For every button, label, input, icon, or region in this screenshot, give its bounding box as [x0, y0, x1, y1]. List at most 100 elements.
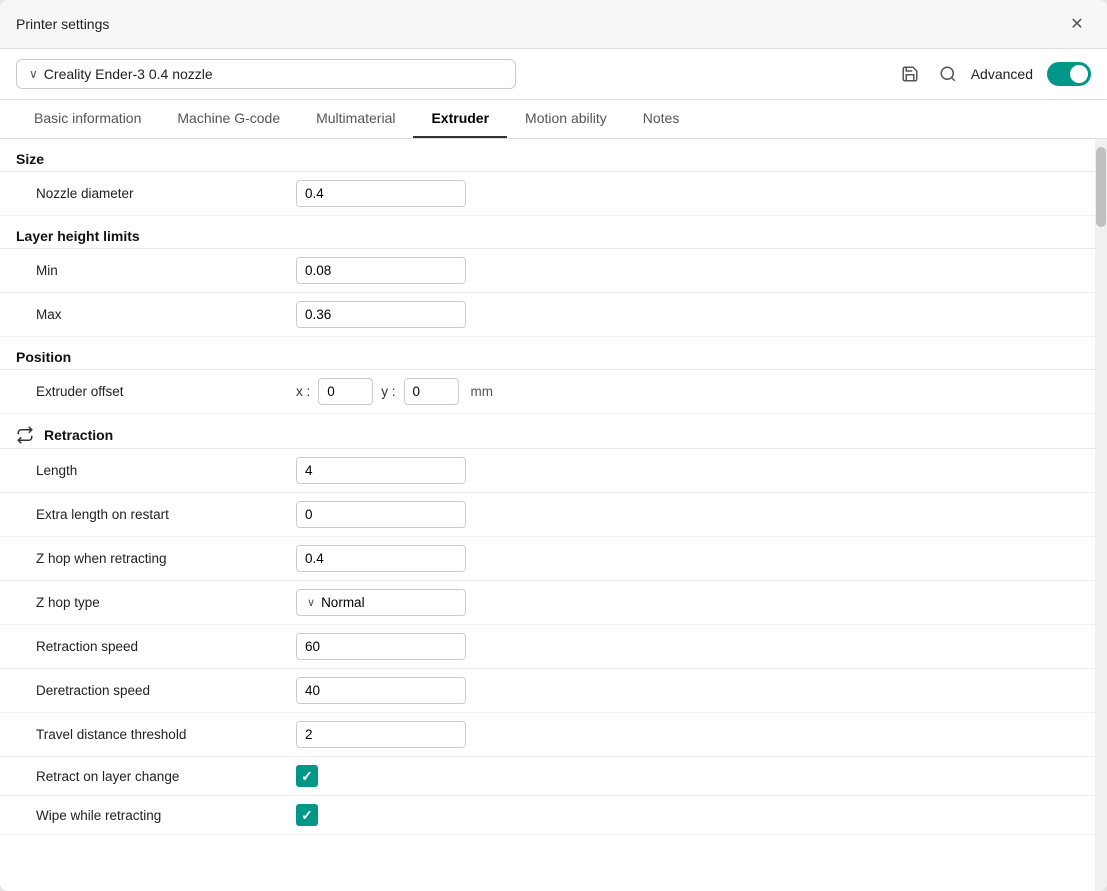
advanced-label: Advanced [971, 66, 1033, 82]
deretraction-speed-label: Deretraction speed [36, 683, 296, 698]
retraction-length-input[interactable] [297, 458, 466, 483]
section-layer-height-header: Layer height limits [0, 216, 1095, 249]
retract-layer-change-value: ✓ [296, 765, 318, 787]
offset-unit: mm [471, 384, 494, 399]
min-layer-label: Min [36, 263, 296, 278]
content-area: Size Nozzle diameter mm Layer height lim… [0, 139, 1107, 891]
section-layer-height-title: Layer height limits [16, 228, 140, 244]
field-travel-distance-threshold: Travel distance threshold mm [0, 713, 1095, 757]
title-bar: Printer settings ✕ [0, 0, 1107, 49]
z-hop-type-selected: Normal [321, 595, 365, 610]
y-label: y : [381, 384, 395, 399]
retract-layer-change-label: Retract on layer change [36, 769, 296, 784]
travel-distance-threshold-input[interactable] [297, 722, 466, 747]
max-layer-value: mm [296, 301, 466, 328]
profile-name: Creality Ender-3 0.4 nozzle [44, 66, 213, 82]
extruder-offset-value: x : y : mm [296, 378, 493, 405]
travel-distance-threshold-input-wrapper: mm [296, 721, 466, 748]
min-layer-input[interactable] [297, 258, 466, 283]
travel-distance-threshold-label: Travel distance threshold [36, 727, 296, 742]
deretraction-speed-value: mm/s [296, 677, 466, 704]
advanced-toggle[interactable] [1047, 62, 1091, 86]
retraction-length-label: Length [36, 463, 296, 478]
z-hop-type-label: Z hop type [36, 595, 296, 610]
field-extruder-offset: Extruder offset x : y : mm [0, 370, 1095, 414]
wipe-retracting-checkbox[interactable]: ✓ [296, 804, 318, 826]
check-icon: ✓ [301, 768, 313, 785]
extruder-offset-label: Extruder offset [36, 384, 296, 399]
close-button[interactable]: ✕ [1063, 10, 1091, 38]
max-layer-input-wrapper: mm [296, 301, 466, 328]
field-min-layer-height: Min mm [0, 249, 1095, 293]
extruder-offset-x-input[interactable] [318, 378, 373, 405]
chevron-icon: ∨ [29, 67, 38, 81]
dropdown-chevron-icon: ∨ [307, 596, 315, 609]
retract-layer-change-checkbox[interactable]: ✓ [296, 765, 318, 787]
save-icon-button[interactable] [895, 59, 925, 89]
save-icon [901, 65, 919, 83]
retraction-speed-value: mm/s [296, 633, 466, 660]
extruder-offset-y-input[interactable] [404, 378, 459, 405]
search-icon-button[interactable] [933, 59, 963, 89]
z-hop-retracting-value: mm [296, 545, 466, 572]
tab-notes[interactable]: Notes [625, 100, 698, 138]
extra-length-restart-input-wrapper: mm [296, 501, 466, 528]
tab-basic-information[interactable]: Basic information [16, 100, 159, 138]
check-icon-2: ✓ [301, 807, 313, 824]
retraction-speed-label: Retraction speed [36, 639, 296, 654]
toolbar-icons: Advanced [895, 59, 1091, 89]
extruder-offset-coords: x : y : mm [296, 378, 493, 405]
field-retraction-speed: Retraction speed mm/s [0, 625, 1095, 669]
nozzle-diameter-input[interactable] [297, 181, 466, 206]
tab-motion-ability[interactable]: Motion ability [507, 100, 625, 138]
field-wipe-retracting: Wipe while retracting ✓ [0, 796, 1095, 835]
wipe-retracting-label: Wipe while retracting [36, 808, 296, 823]
retraction-speed-input[interactable] [297, 634, 466, 659]
z-hop-type-dropdown[interactable]: ∨ Normal [296, 589, 466, 616]
z-hop-retracting-label: Z hop when retracting [36, 551, 296, 566]
section-size-title: Size [16, 151, 44, 167]
deretraction-speed-input-wrapper: mm/s [296, 677, 466, 704]
field-nozzle-diameter: Nozzle diameter mm [0, 172, 1095, 216]
retraction-icon [16, 426, 34, 444]
scrollbar-track [1095, 139, 1107, 891]
retraction-length-value: mm [296, 457, 466, 484]
section-size-header: Size [0, 139, 1095, 172]
section-position-title: Position [16, 349, 71, 365]
tab-machine-gcode[interactable]: Machine G-code [159, 100, 298, 138]
retraction-speed-input-wrapper: mm/s [296, 633, 466, 660]
field-retract-layer-change: Retract on layer change ✓ [0, 757, 1095, 796]
z-hop-retracting-input[interactable] [297, 546, 466, 571]
field-max-layer-height: Max mm [0, 293, 1095, 337]
tab-multimaterial[interactable]: Multimaterial [298, 100, 413, 138]
travel-distance-threshold-value: mm [296, 721, 466, 748]
z-hop-retracting-input-wrapper: mm [296, 545, 466, 572]
extra-length-restart-input[interactable] [297, 502, 466, 527]
dialog-title: Printer settings [16, 16, 109, 32]
retraction-length-input-wrapper: mm [296, 457, 466, 484]
field-z-hop-retracting: Z hop when retracting mm [0, 537, 1095, 581]
main-content: Size Nozzle diameter mm Layer height lim… [0, 139, 1095, 891]
deretraction-speed-input[interactable] [297, 678, 466, 703]
wipe-retracting-value: ✓ [296, 804, 318, 826]
z-hop-type-value: ∨ Normal [296, 589, 466, 616]
tab-extruder[interactable]: Extruder [413, 100, 507, 138]
nozzle-diameter-input-wrapper: mm [296, 180, 466, 207]
toolbar: ∨ Creality Ender-3 0.4 nozzle Advanced [0, 49, 1107, 100]
section-retraction-title: Retraction [44, 427, 113, 443]
profile-selector[interactable]: ∨ Creality Ender-3 0.4 nozzle [16, 59, 516, 89]
field-retraction-length: Length mm [0, 449, 1095, 493]
tabs-bar: Basic information Machine G-code Multima… [0, 100, 1107, 139]
search-icon [939, 65, 957, 83]
max-layer-input[interactable] [297, 302, 466, 327]
max-layer-label: Max [36, 307, 296, 322]
scrollbar-thumb[interactable] [1096, 147, 1106, 227]
field-deretraction-speed: Deretraction speed mm/s [0, 669, 1095, 713]
nozzle-diameter-value: mm [296, 180, 466, 207]
x-label: x : [296, 384, 310, 399]
section-position-header: Position [0, 337, 1095, 370]
min-layer-value: mm [296, 257, 466, 284]
extra-length-restart-label: Extra length on restart [36, 507, 296, 522]
extra-length-restart-value: mm [296, 501, 466, 528]
section-retraction-header: Retraction [0, 414, 1095, 449]
